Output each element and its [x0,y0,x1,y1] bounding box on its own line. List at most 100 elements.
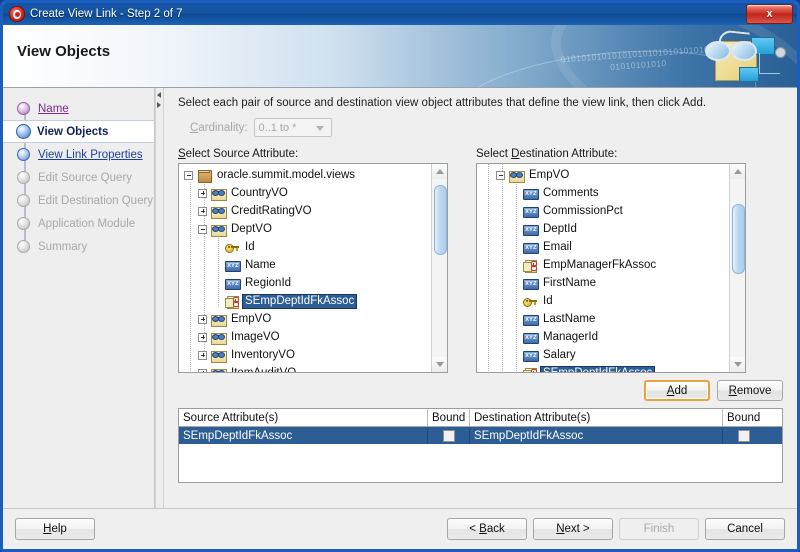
sidebar-item-name[interactable]: Name [3,97,154,120]
tree-node[interactable]: EmpVO [477,166,730,184]
collapse-right-icon[interactable] [157,102,161,108]
destination-tree-scrollbar[interactable] [729,164,745,372]
collapse-toggle-icon[interactable] [198,224,207,234]
cardinality-select[interactable]: 0..1 to * [253,118,332,137]
close-icon[interactable]: x [746,4,793,24]
step-bullet-icon [17,217,30,230]
scroll-down-icon[interactable] [432,357,447,372]
sidebar-item-edit-destination-query: Edit Destination Query [3,189,154,212]
tree-node[interactable]: InventoryVO [179,346,432,364]
tree-node[interactable]: ItemAuditVO [179,364,432,372]
source-tree[interactable]: oracle.summit.model.views CountryVO Cred… [178,163,448,373]
tree-node[interactable]: Id [179,238,432,256]
tree-node[interactable]: XYZ CommissionPct [477,202,730,220]
tree-node-selected[interactable]: SEmpDeptIdFkAssoc [477,364,730,372]
chevron-down-icon [315,126,324,131]
blue-box-icon-2 [739,67,759,82]
column-header-destination-bound[interactable]: Bound [723,409,765,426]
tree-node[interactable]: XYZ RegionId [179,274,432,292]
gear-icon [775,47,786,58]
scroll-up-icon[interactable] [730,164,745,179]
tree-node[interactable]: DeptVO [179,220,432,238]
tree-node[interactable]: CreditRatingVO [179,202,432,220]
tree-node-label: ImageVO [231,330,280,343]
tree-node[interactable]: XYZ DeptId [477,220,730,238]
step-bullet-icon [17,171,30,184]
expand-toggle-icon[interactable] [198,368,207,372]
add-button[interactable]: Add [644,380,710,401]
destination-tree[interactable]: EmpVO XYZ Comments XYZ CommissionPct XYZ… [476,163,746,373]
expand-toggle-icon[interactable] [198,188,207,198]
cell-source-bound[interactable] [428,427,470,444]
source-tree-scrollbar[interactable] [431,164,447,372]
tree-node[interactable]: XYZ Email [477,238,730,256]
tree-node-label: Salary [543,348,576,361]
column-header-source[interactable]: Source Attribute(s) [179,409,428,426]
sidebar-item-view-objects[interactable]: View Objects [3,120,154,143]
expand-toggle-icon[interactable] [198,332,207,342]
scrollbar-thumb[interactable] [434,185,447,255]
view-object-icon [211,187,227,201]
tree-node-label: Id [543,294,553,307]
key-icon [523,295,537,308]
finish-button-label: Finish [643,523,675,535]
association-icon [523,259,537,273]
cell-destination-bound[interactable] [723,427,765,444]
tree-node[interactable]: XYZ Name [179,256,432,274]
scroll-down-icon[interactable] [730,357,745,372]
tree-node-label: CountryVO [231,186,288,199]
sidebar-item-label: Edit Source Query [38,171,132,184]
sidebar-item-view-link-properties[interactable]: View Link Properties [3,143,154,166]
tree-node[interactable]: CountryVO [179,184,432,202]
tree-node-label: SEmpDeptIdFkAssoc [243,294,357,308]
tree-node[interactable]: EmpManagerFkAssoc [477,256,730,274]
tree-node[interactable]: Id [477,292,730,310]
xyz-attribute-icon: XYZ [225,277,241,290]
jdeveloper-icon [10,7,24,21]
cardinality-row: Cardinality: 0..1 to * [190,118,783,137]
view-object-icon [211,331,227,345]
tree-node-label: LastName [543,312,596,325]
tree-node-label: DeptId [543,222,577,235]
tree-node[interactable]: oracle.summit.model.views [179,166,432,184]
tree-node-label: InventoryVO [231,348,295,361]
back-button[interactable]: < Back [447,518,527,540]
tree-node-selected[interactable]: SEmpDeptIdFkAssoc [179,292,432,310]
step-bullet-icon [17,194,30,207]
key-icon [225,241,239,254]
expand-toggle-icon[interactable] [198,206,207,216]
collapse-left-icon[interactable] [157,92,161,98]
scroll-up-icon[interactable] [432,164,447,179]
tree-node[interactable]: XYZ ManagerId [477,328,730,346]
column-header-source-bound[interactable]: Bound [428,409,470,426]
help-button[interactable]: Help [15,518,95,540]
scrollbar-thumb[interactable] [732,204,745,274]
expand-toggle-icon[interactable] [198,350,207,360]
source-bound-checkbox[interactable] [442,429,455,442]
destination-bound-checkbox[interactable] [738,429,750,442]
remove-button[interactable]: Remove [717,380,783,401]
tree-node[interactable]: XYZ Comments [477,184,730,202]
column-header-destination[interactable]: Destination Attribute(s) [470,409,723,426]
xyz-attribute-icon: XYZ [523,313,539,326]
next-button[interactable]: Next > [533,518,613,540]
expand-toggle-icon[interactable] [198,314,207,324]
tree-node-label: DeptVO [231,222,272,235]
sidebar-item-label: Name [38,102,69,115]
attribute-pairs-table[interactable]: Source Attribute(s) Bound Destination At… [178,408,783,483]
tree-node[interactable]: XYZ FirstName [477,274,730,292]
split-pane-divider[interactable] [155,88,164,513]
tree-node[interactable]: ImageVO [179,328,432,346]
table-header-row: Source Attribute(s) Bound Destination At… [179,409,782,427]
table-row[interactable]: SEmpDeptIdFkAssoc SEmpDeptIdFkAssoc [179,427,782,444]
source-tree-label: Select Source Attribute: [178,148,299,160]
cancel-button[interactable]: Cancel [705,518,785,540]
wizard-step-list: Name View Objects View Link Properties E… [3,97,154,258]
collapse-toggle-icon[interactable] [184,170,193,180]
sidebar-item-edit-source-query: Edit Source Query [3,166,154,189]
tree-node[interactable]: EmpVO [179,310,432,328]
tree-node[interactable]: XYZ Salary [477,346,730,364]
collapse-toggle-icon[interactable] [496,170,505,180]
view-object-icon [211,223,227,237]
tree-node[interactable]: XYZ LastName [477,310,730,328]
